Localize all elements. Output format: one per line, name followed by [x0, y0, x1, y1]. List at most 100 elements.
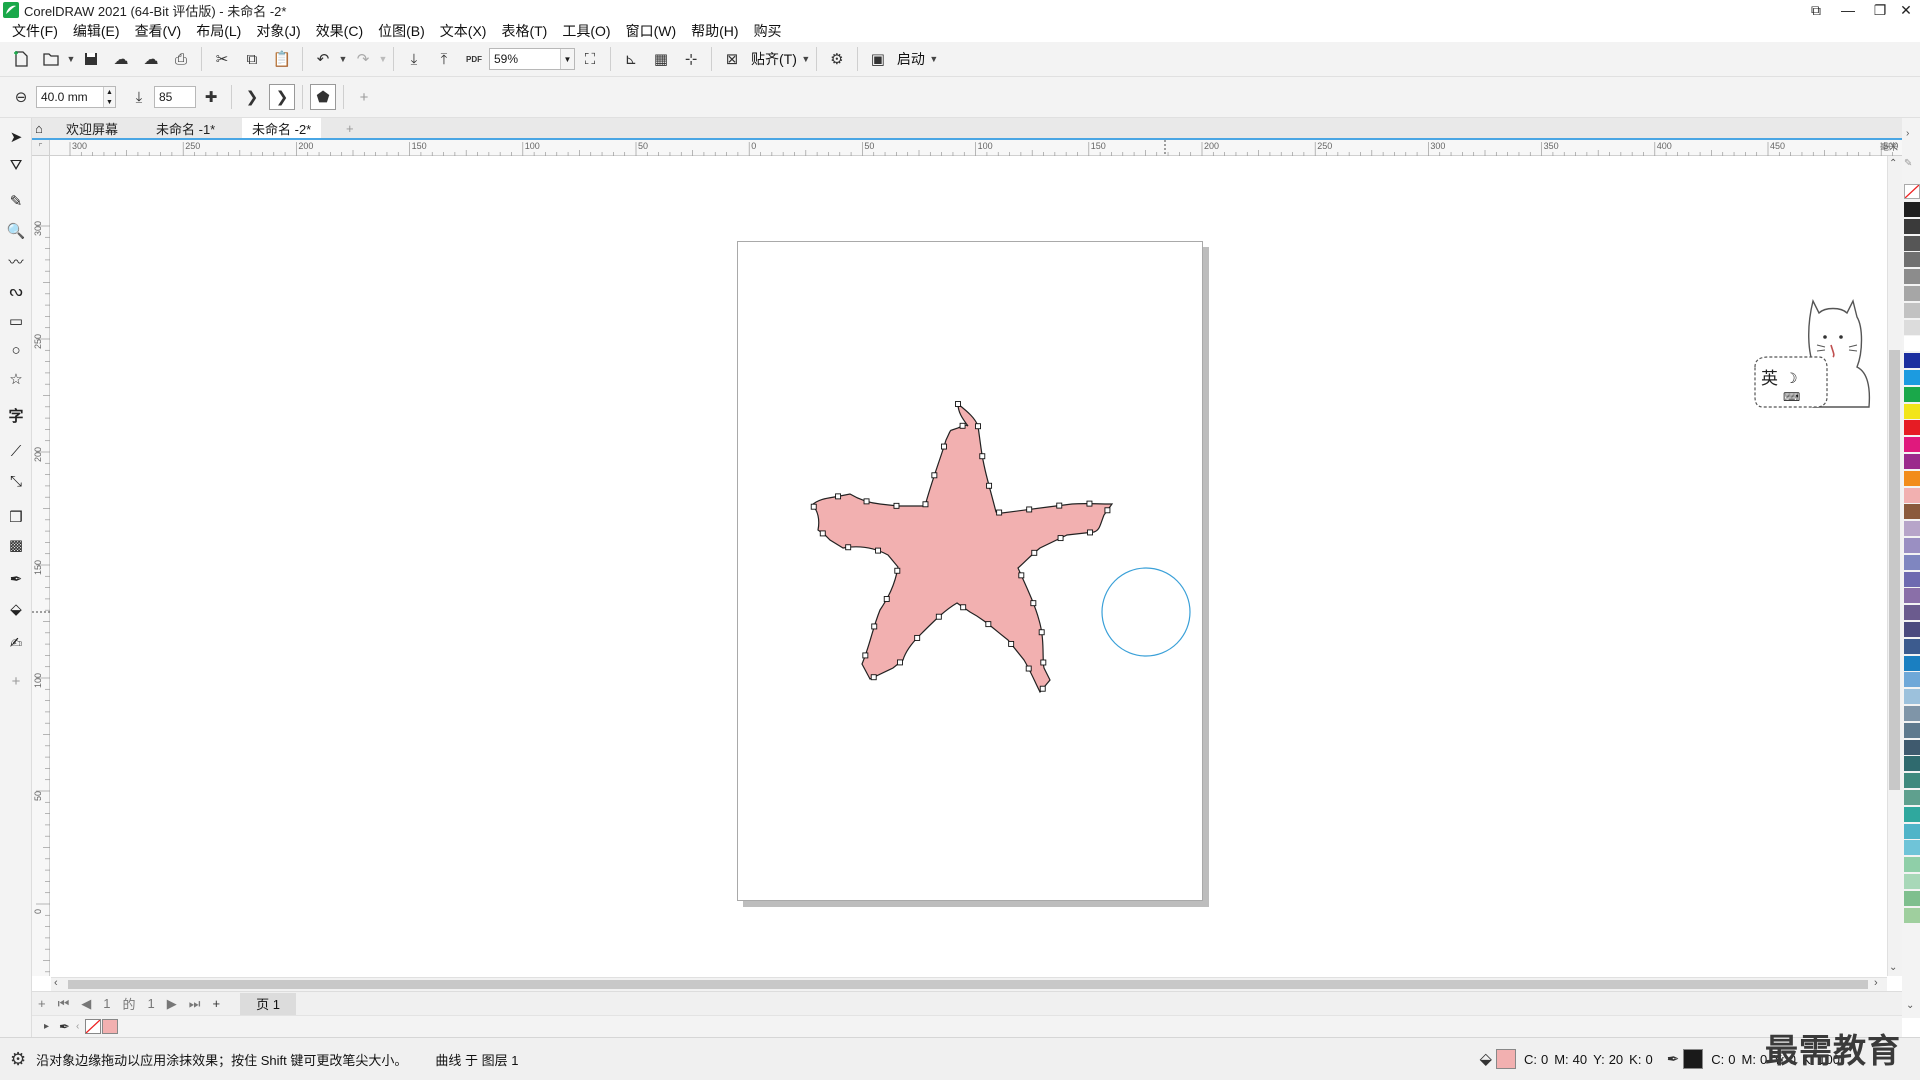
palette-swatch[interactable]	[1904, 857, 1920, 873]
palette-swatch[interactable]	[1904, 353, 1920, 369]
palette-swatch[interactable]	[1904, 269, 1920, 285]
curve-node[interactable]	[835, 493, 842, 500]
vertical-scroll-thumb[interactable]	[1889, 350, 1900, 790]
docpal-expand-icon[interactable]: ▸	[44, 1021, 49, 1032]
curve-node[interactable]	[1008, 640, 1015, 647]
palette-swatch[interactable]	[1904, 521, 1920, 537]
palette-swatch[interactable]	[1904, 470, 1920, 486]
palette-swatch[interactable]	[1904, 790, 1920, 805]
palette-swatch[interactable]	[1904, 504, 1920, 520]
curve-node[interactable]	[1057, 535, 1064, 542]
palette-swatch[interactable]	[1904, 622, 1920, 637]
curve-node[interactable]	[1030, 600, 1037, 607]
palette-swatch[interactable]	[1904, 286, 1920, 301]
palette-swatch[interactable]	[1904, 756, 1920, 772]
scroll-right-icon[interactable]: ›	[1874, 977, 1878, 989]
outline-color-chip[interactable]	[1683, 1049, 1704, 1069]
palette-swatch[interactable]	[1904, 420, 1920, 436]
palette-swatch[interactable]	[1904, 689, 1920, 705]
curve-node[interactable]	[941, 443, 947, 450]
scroll-left-icon[interactable]: ‹	[54, 977, 58, 989]
curve-node[interactable]	[960, 604, 967, 611]
palette-swatch[interactable]	[1904, 571, 1920, 587]
scroll-down-icon[interactable]: ⌄	[1889, 962, 1897, 973]
curve-node[interactable]	[897, 659, 903, 666]
curve-node[interactable]	[1056, 502, 1063, 509]
page-tab-1[interactable]: 页 1	[240, 992, 296, 1015]
curve-node[interactable]	[985, 621, 992, 628]
add-page-after-icon[interactable]: +	[212, 996, 220, 1011]
curve-node[interactable]	[1018, 572, 1025, 579]
palette-swatch[interactable]	[1904, 806, 1920, 822]
palette-swatch[interactable]	[1904, 319, 1920, 335]
first-page-icon[interactable]: ⏮	[58, 996, 70, 1012]
palette-swatch[interactable]	[1904, 336, 1920, 352]
palette-swatch[interactable]	[1904, 840, 1920, 856]
curve-node[interactable]	[1087, 529, 1093, 536]
palette-scroll-down-icon[interactable]: ⌄	[1906, 1000, 1914, 1011]
curve-node[interactable]	[975, 423, 981, 430]
curve-node[interactable]	[870, 674, 877, 681]
palette-swatch[interactable]	[1904, 235, 1920, 251]
palette-swatch[interactable]	[1904, 655, 1920, 671]
curve-node[interactable]	[955, 401, 961, 407]
scroll-up-icon[interactable]: ⌃	[1889, 158, 1897, 169]
curve-node[interactable]	[1025, 665, 1032, 672]
palette-swatch[interactable]	[1904, 218, 1920, 234]
palette-swatch[interactable]	[1904, 773, 1920, 789]
palette-swatch[interactable]	[1904, 638, 1920, 654]
curve-node[interactable]	[875, 547, 882, 554]
curve-node[interactable]	[986, 482, 993, 489]
palette-swatch[interactable]	[1904, 487, 1920, 503]
palette-swatch[interactable]	[1904, 890, 1920, 906]
curve-node[interactable]	[1040, 659, 1047, 666]
palette-swatch[interactable]	[1904, 706, 1920, 721]
palette-no-color-swatch[interactable]	[1904, 184, 1920, 199]
prev-page-icon[interactable]: ◀	[81, 996, 91, 1012]
fill-color-chip[interactable]	[1495, 1049, 1516, 1069]
palette-swatch[interactable]	[1904, 554, 1920, 570]
palette-swatch[interactable]	[1904, 672, 1920, 688]
docpal-no-color-swatch[interactable]	[85, 1019, 102, 1034]
current-page[interactable]: 1	[103, 996, 110, 1011]
curve-node[interactable]	[894, 567, 901, 574]
curve-node[interactable]	[922, 501, 929, 508]
curve-node[interactable]	[863, 498, 870, 505]
curve-node[interactable]	[1031, 549, 1038, 556]
palette-swatch[interactable]	[1904, 454, 1920, 469]
ime-cat-badge[interactable]: 英 ☽ ⌨	[1753, 297, 1885, 413]
palette-swatch[interactable]	[1904, 370, 1920, 385]
last-page-icon[interactable]: ⏭	[189, 996, 201, 1012]
palette-swatch[interactable]	[1904, 202, 1920, 217]
palette-swatch[interactable]	[1904, 588, 1920, 604]
curve-node[interactable]	[871, 623, 878, 630]
docpal-eyedropper-icon[interactable]: ✒	[59, 1019, 70, 1035]
curve-node[interactable]	[1039, 685, 1046, 692]
palette-swatch[interactable]	[1904, 252, 1920, 268]
palette-swatch[interactable]	[1904, 605, 1920, 621]
curve-node[interactable]	[914, 634, 921, 641]
curve-node[interactable]	[935, 613, 942, 620]
palette-swatch[interactable]	[1904, 403, 1920, 419]
docpal-scroll-icon[interactable]: ‹	[76, 1021, 79, 1032]
curve-node[interactable]	[1026, 506, 1033, 513]
curve-node[interactable]	[862, 652, 869, 659]
curve-node[interactable]	[819, 530, 826, 537]
curve-node[interactable]	[959, 422, 966, 429]
palette-swatch[interactable]	[1904, 437, 1920, 453]
curve-node[interactable]	[996, 509, 1003, 516]
curve-node[interactable]	[893, 502, 900, 509]
palette-eyedropper-icon[interactable]: ✎	[1904, 158, 1912, 169]
curve-node[interactable]	[810, 503, 817, 510]
curve-node[interactable]	[1104, 507, 1111, 514]
docpal-pink-swatch[interactable]	[102, 1019, 119, 1034]
curve-node[interactable]	[931, 472, 938, 479]
palette-swatch[interactable]	[1904, 386, 1920, 402]
curve-node[interactable]	[845, 544, 852, 551]
status-settings-gear-icon[interactable]: ⚙	[10, 1049, 26, 1070]
curve-node[interactable]	[979, 453, 986, 460]
palette-scroll-right-icon[interactable]: ›	[1906, 128, 1909, 139]
curve-node[interactable]	[1086, 500, 1093, 507]
palette-swatch[interactable]	[1904, 722, 1920, 738]
palette-swatch[interactable]	[1904, 302, 1920, 318]
